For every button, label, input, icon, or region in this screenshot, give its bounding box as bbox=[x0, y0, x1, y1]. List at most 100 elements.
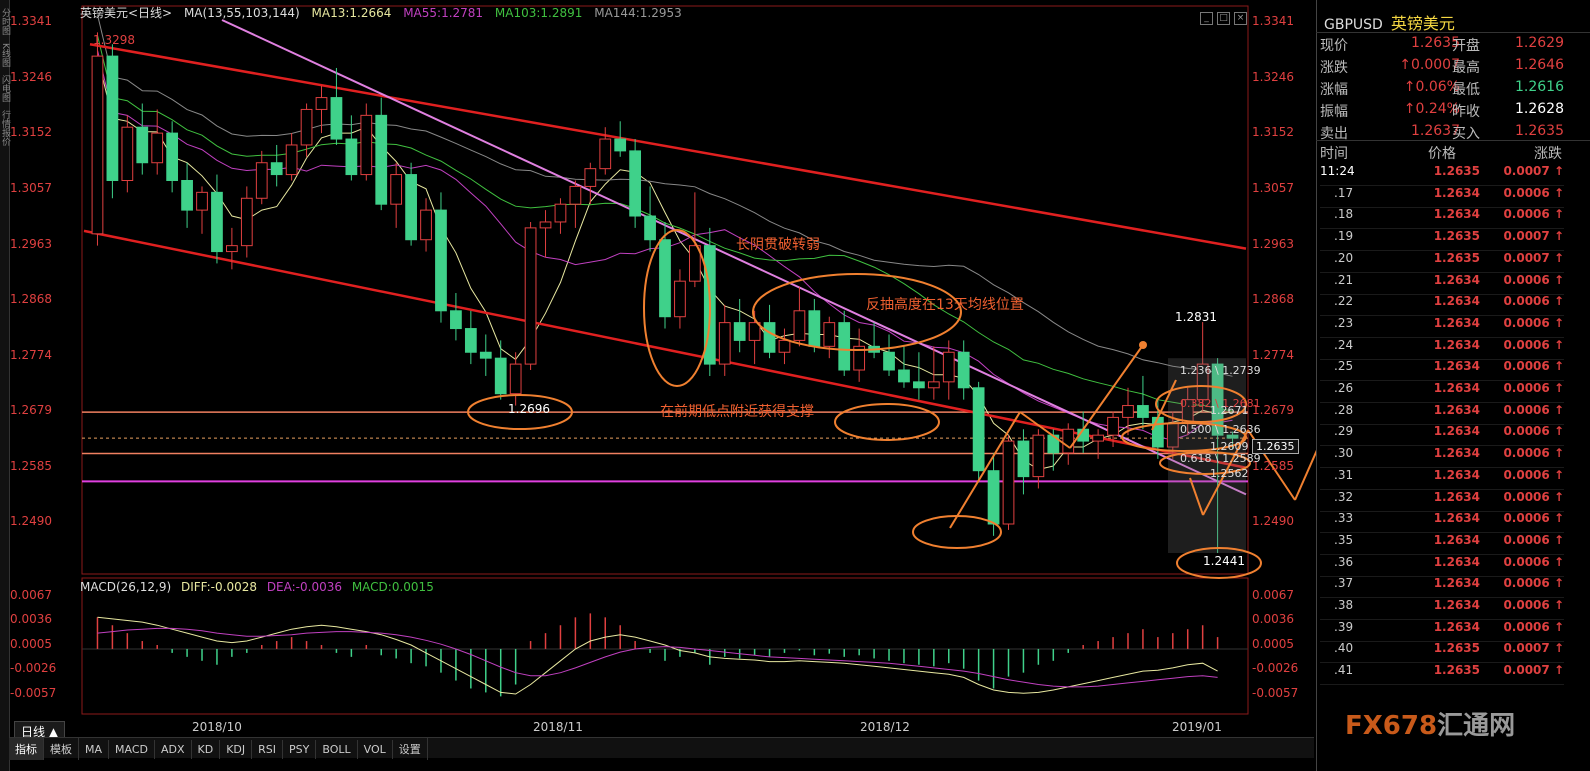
price-axis-left-label: 1.2963 bbox=[10, 237, 52, 251]
candle-body bbox=[91, 55, 104, 235]
tick-row: .19 1.2635 0.0007 ↑ bbox=[1320, 229, 1564, 252]
tick-row: 11:24 1.2635 0.0007 ↑ bbox=[1320, 164, 1564, 186]
candle-body bbox=[300, 108, 313, 146]
tick-p: 1.2634 bbox=[1433, 294, 1480, 309]
candle-body bbox=[181, 179, 193, 211]
quote-value: ↑0.24% bbox=[1403, 101, 1460, 117]
quote-value: 1.2635 bbox=[1515, 123, 1564, 139]
tick-c: 0.0006 ↑ bbox=[1503, 207, 1564, 222]
macd-axis-left-label: 0.0005 bbox=[10, 637, 52, 651]
tab-adx[interactable]: ADX bbox=[155, 740, 192, 759]
tick-t: .22 bbox=[1334, 294, 1354, 309]
tick-t: .36 bbox=[1334, 554, 1354, 569]
projection-line bbox=[1069, 344, 1144, 449]
x-axis-label: 2018/12 bbox=[860, 720, 910, 734]
tick-p: 1.2634 bbox=[1433, 554, 1480, 569]
tick-t: .37 bbox=[1334, 576, 1354, 591]
fib-level: 0.500 \ 1.2636 bbox=[1180, 423, 1261, 436]
close-icon[interactable]: × bbox=[1234, 12, 1247, 25]
tick-row: .39 1.2634 0.0006 ↑ bbox=[1320, 620, 1564, 642]
fib-level: 1.236 \ 1.2739 bbox=[1180, 364, 1261, 377]
tick-c: 0.0007 ↑ bbox=[1503, 641, 1564, 656]
divider bbox=[1316, 140, 1590, 141]
tab-settings[interactable]: 设置 bbox=[393, 738, 428, 760]
tick-row: .38 1.2634 0.0006 ↑ bbox=[1320, 598, 1564, 620]
tick-p: 1.2635 bbox=[1433, 164, 1480, 178]
tick-p: 1.2634 bbox=[1433, 619, 1480, 634]
tab-macd[interactable]: MACD bbox=[109, 740, 155, 759]
tick-p: 1.2634 bbox=[1433, 532, 1480, 547]
tick-p: 1.2634 bbox=[1433, 272, 1480, 287]
annotation-breakdown: 长阴贯破转弱 bbox=[736, 237, 820, 253]
candle-body bbox=[435, 209, 447, 312]
tick-c: 0.0007 ↑ bbox=[1503, 250, 1564, 265]
candle-body bbox=[883, 351, 895, 371]
label-high: 1.3298 bbox=[93, 33, 135, 47]
tick-row: .31 1.2634 0.0006 ↑ bbox=[1320, 468, 1564, 490]
tick-t: .41 bbox=[1334, 663, 1354, 678]
tab-vol[interactable]: VOL bbox=[358, 740, 393, 759]
tick-row: .29 1.2634 0.0006 ↑ bbox=[1320, 424, 1564, 447]
candle-body bbox=[524, 227, 537, 365]
x-axis-label: 2018/10 bbox=[192, 720, 242, 734]
macd-axis-right-label: 0.0005 bbox=[1252, 637, 1294, 651]
restore-icon[interactable]: □ bbox=[1217, 12, 1230, 25]
tick-t: .25 bbox=[1334, 359, 1354, 374]
price-axis-right-label: 1.2774 bbox=[1252, 348, 1294, 362]
candle-body bbox=[1092, 434, 1104, 442]
tick-c: 0.0006 ↑ bbox=[1503, 359, 1564, 374]
tick-t: .26 bbox=[1334, 381, 1354, 395]
tick-c: 0.0006 ↑ bbox=[1503, 619, 1564, 634]
candle-body bbox=[375, 114, 388, 205]
tab-template[interactable]: 模板 bbox=[44, 738, 79, 760]
tab-boll[interactable]: BOLL bbox=[316, 740, 358, 759]
candle-body bbox=[957, 351, 970, 389]
tab-kdj[interactable]: KDJ bbox=[220, 740, 253, 759]
tick-c: 0.0006 ↑ bbox=[1503, 315, 1564, 330]
tab-indicator[interactable]: 指标 bbox=[9, 738, 44, 760]
price-axis-right-label: 1.3246 bbox=[1252, 70, 1294, 84]
candle-body bbox=[987, 470, 1000, 525]
tick-row: .26 1.2634 0.0006 ↑ bbox=[1320, 381, 1564, 403]
candle-body bbox=[1151, 416, 1164, 448]
chart-header: 英镑美元<日线> MA(13,55,103,144) MA13:1.2664 M… bbox=[80, 4, 690, 22]
quote-key: 涨跌 bbox=[1320, 60, 1348, 76]
tick-p: 1.2635 bbox=[1433, 229, 1480, 244]
candle-body bbox=[629, 150, 642, 217]
candle-body bbox=[464, 328, 477, 353]
tab-ma[interactable]: MA bbox=[79, 740, 110, 759]
tab-rsi[interactable]: RSI bbox=[252, 740, 284, 759]
ma-indicator-label: MA(13,55,103,144) bbox=[183, 6, 300, 20]
macd-name: MACD(26,12,9) bbox=[80, 580, 172, 594]
macd-panel-frame bbox=[81, 577, 1249, 715]
tick-c: 0.0006 ↑ bbox=[1503, 467, 1564, 482]
chart-title: 英镑美元<日线> bbox=[80, 6, 173, 20]
candle-body bbox=[405, 174, 417, 241]
tick-c: 0.0006 ↑ bbox=[1503, 532, 1564, 547]
candle-body bbox=[121, 126, 134, 181]
tick-row: .37 1.2634 0.0006 ↑ bbox=[1320, 576, 1564, 599]
tick-c: 0.0006 ↑ bbox=[1503, 598, 1564, 612]
macd-dea-line bbox=[97, 627, 1218, 688]
candle-body bbox=[793, 310, 806, 341]
candlestick-chart[interactable] bbox=[0, 0, 1316, 737]
candle-body bbox=[420, 209, 432, 241]
tab-psy[interactable]: PSY bbox=[283, 740, 317, 759]
candle-body bbox=[196, 191, 208, 211]
minimize-icon[interactable]: _ bbox=[1200, 12, 1213, 25]
candle-body bbox=[1002, 440, 1015, 525]
candle-body bbox=[1017, 440, 1030, 478]
tick-row: .40 1.2635 0.0007 ↑ bbox=[1320, 641, 1564, 664]
candle-body bbox=[479, 351, 492, 359]
tick-t: .23 bbox=[1334, 315, 1354, 330]
tick-t: .19 bbox=[1334, 229, 1354, 244]
tick-t: .20 bbox=[1334, 250, 1354, 265]
tick-row: .20 1.2635 0.0007 ↑ bbox=[1320, 251, 1564, 273]
tick-row: .28 1.2634 0.0006 ↑ bbox=[1320, 403, 1564, 425]
price-axis-left-label: 1.2868 bbox=[10, 292, 52, 306]
tab-kd[interactable]: KD bbox=[192, 740, 221, 759]
tick-c: 0.0006 ↑ bbox=[1503, 337, 1564, 352]
tick-p: 1.2635 bbox=[1433, 250, 1480, 265]
col-time: 时间 bbox=[1320, 146, 1348, 162]
tick-row: .23 1.2634 0.0006 ↑ bbox=[1320, 316, 1564, 338]
